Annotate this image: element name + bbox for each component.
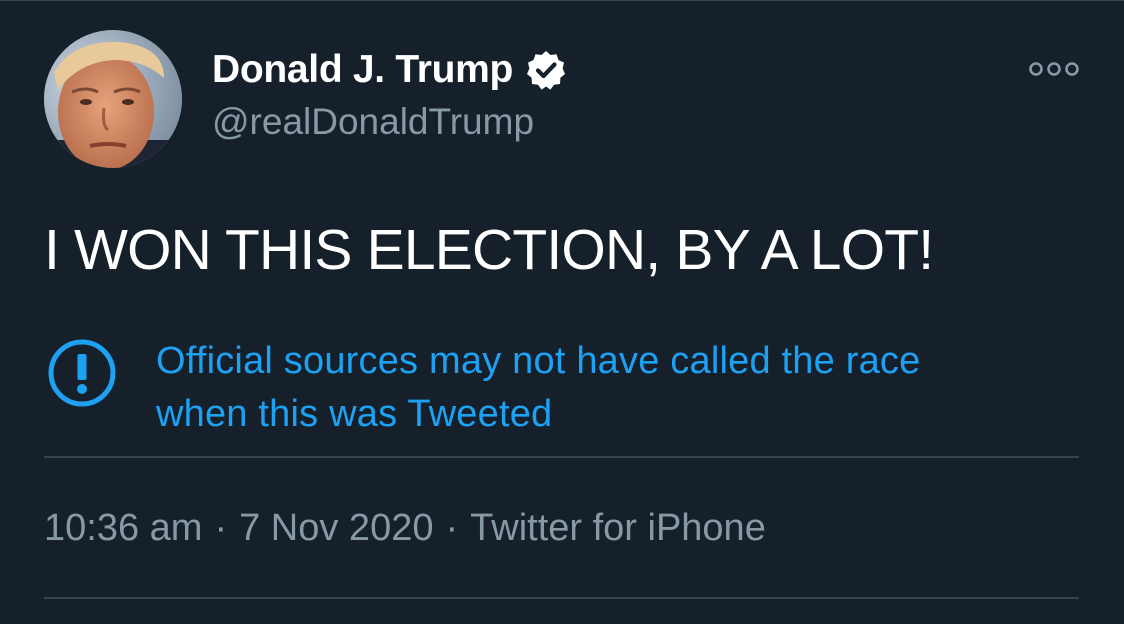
separator: · xyxy=(445,507,459,549)
notice-line-1: Official sources may not have called the… xyxy=(156,340,921,382)
tweet-text: I WON THIS ELECTION, BY A LOT! xyxy=(44,218,934,282)
tweet-time[interactable]: 10:36 am xyxy=(44,507,202,549)
tweet-source[interactable]: Twitter for iPhone xyxy=(470,507,766,549)
divider xyxy=(44,597,1079,599)
notice-text: Official sources may not have called the… xyxy=(156,335,1076,441)
display-name-row[interactable]: Donald J. Trump xyxy=(212,45,567,95)
tweet-card: Donald J. Trump @realDonaldTrump I WON T… xyxy=(0,0,1124,624)
more-options-icon[interactable] xyxy=(1026,55,1082,83)
tweet-metadata: 10:36 am · 7 Nov 2020 · Twitter for iPhone xyxy=(44,504,766,552)
divider xyxy=(44,456,1079,458)
avatar[interactable] xyxy=(44,30,182,168)
verified-badge-icon xyxy=(525,49,567,91)
user-avatar-icon xyxy=(44,30,182,168)
exclamation-circle-icon xyxy=(47,338,117,408)
display-name: Donald J. Trump xyxy=(212,48,514,91)
separator: · xyxy=(214,507,228,549)
notice-line-2: when this was Tweeted xyxy=(156,393,553,435)
user-handle[interactable]: @realDonaldTrump xyxy=(212,101,534,143)
election-notice[interactable]: Official sources may not have called the… xyxy=(44,331,1084,441)
tweet-date[interactable]: 7 Nov 2020 xyxy=(239,507,433,549)
